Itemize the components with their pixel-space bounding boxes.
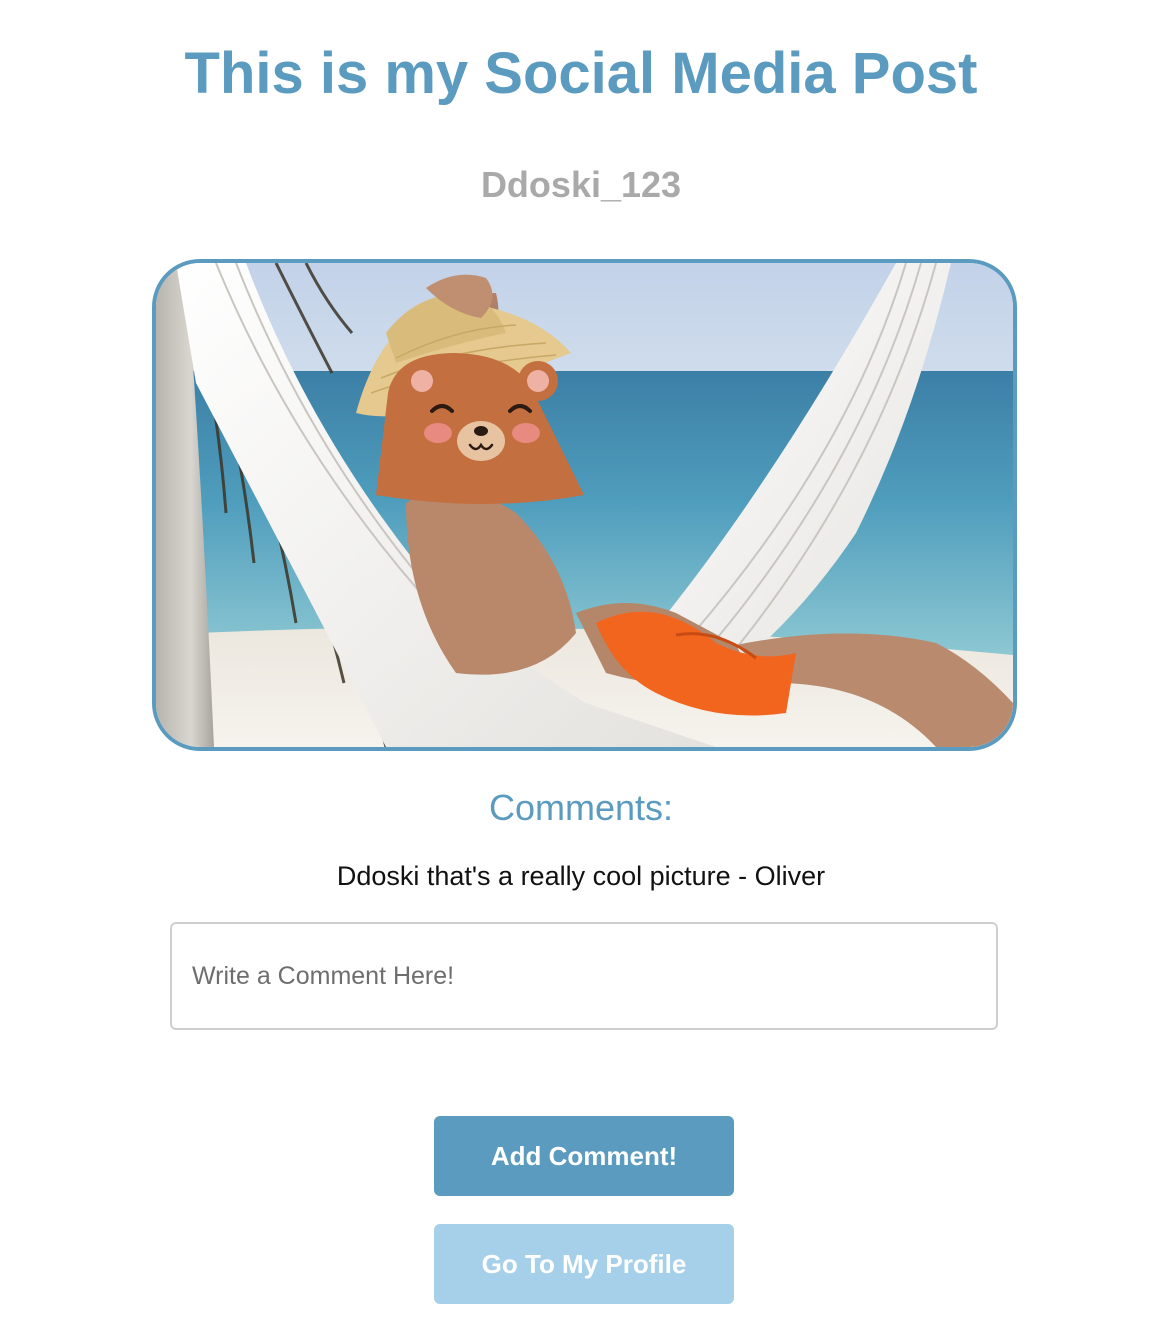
comments-heading: Comments: bbox=[488, 787, 674, 828]
go-to-profile-button[interactable]: Go To My Profile bbox=[434, 1224, 734, 1304]
add-comment-button[interactable]: Add Comment! bbox=[434, 1116, 734, 1196]
comment-input[interactable] bbox=[170, 922, 998, 1030]
post-photo bbox=[152, 259, 1017, 751]
beach-hammock-photo bbox=[156, 263, 1013, 747]
page-title: This is my Social Media Post bbox=[184, 41, 978, 106]
post-username: Ddoski_123 bbox=[480, 164, 682, 205]
comment-item: Ddoski that's a really cool picture - Ol… bbox=[336, 861, 826, 891]
